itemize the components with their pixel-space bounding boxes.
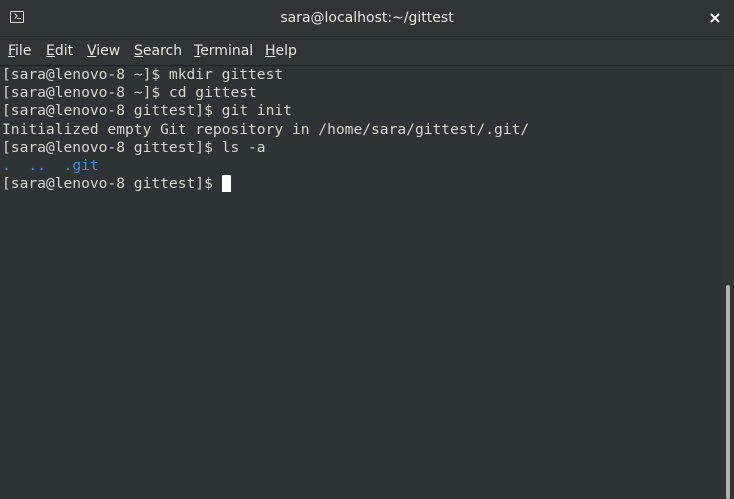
- terminal-line: [sara@lenovo-8 ~]$ mkdir gittest: [2, 66, 284, 83]
- terminal-output[interactable]: [sara@lenovo-8 ~]$ mkdir gittest [sara@l…: [0, 66, 722, 499]
- menu-search[interactable]: Search: [134, 37, 182, 65]
- terminal-line: [sara@lenovo-8 gittest]$ git init: [2, 102, 292, 120]
- ls-entry-git-dir: .git: [63, 156, 99, 174]
- menu-view-mnemonic: V: [87, 43, 97, 59]
- menu-help-mnemonic: H: [265, 43, 276, 59]
- ls-entry-parent-dir: ..: [28, 156, 46, 174]
- menu-bar: File Edit View Search Terminal Help: [0, 37, 734, 66]
- menu-help[interactable]: Help: [265, 37, 297, 65]
- scrollbar[interactable]: [722, 66, 734, 499]
- menu-file-label: ile: [15, 43, 32, 59]
- ls-output-line: . .. .git: [0, 157, 722, 175]
- menu-terminal-label: erminal: [200, 43, 254, 59]
- terminal-prompt-line: [sara@lenovo-8 gittest]$: [0, 175, 722, 193]
- terminal-line: [sara@lenovo-8 ~]$ cd gittest: [2, 84, 257, 102]
- menu-help-label: elp: [275, 43, 297, 59]
- menu-edit[interactable]: Edit: [46, 37, 73, 65]
- menu-file-mnemonic: F: [8, 43, 16, 59]
- terminal-line: [sara@lenovo-8 gittest]$ ls -a: [2, 138, 266, 156]
- ls-entry-current-dir: .: [2, 156, 11, 174]
- menu-view[interactable]: View: [87, 37, 120, 65]
- menu-search-mnemonic: S: [134, 43, 143, 59]
- terminal-window: sara@localhost:~/gittest × File Edit Vie…: [0, 0, 734, 499]
- terminal-line: Initialized empty Git repository in /hom…: [2, 120, 530, 138]
- menu-search-label: earch: [142, 43, 183, 59]
- window-title: sara@localhost:~/gittest: [280, 10, 454, 26]
- menu-edit-label: dit: [54, 43, 74, 59]
- terminal-prompt: [sara@lenovo-8 gittest]$: [2, 175, 222, 193]
- scrollbar-thumb[interactable]: [726, 285, 730, 499]
- close-button[interactable]: ×: [706, 9, 724, 27]
- menu-edit-mnemonic: E: [46, 43, 55, 59]
- menu-terminal[interactable]: Terminal: [194, 37, 253, 65]
- text-cursor: [221, 175, 231, 193]
- menu-view-label: iew: [96, 43, 121, 59]
- title-bar[interactable]: sara@localhost:~/gittest ×: [0, 0, 734, 37]
- menu-file[interactable]: File: [8, 37, 31, 65]
